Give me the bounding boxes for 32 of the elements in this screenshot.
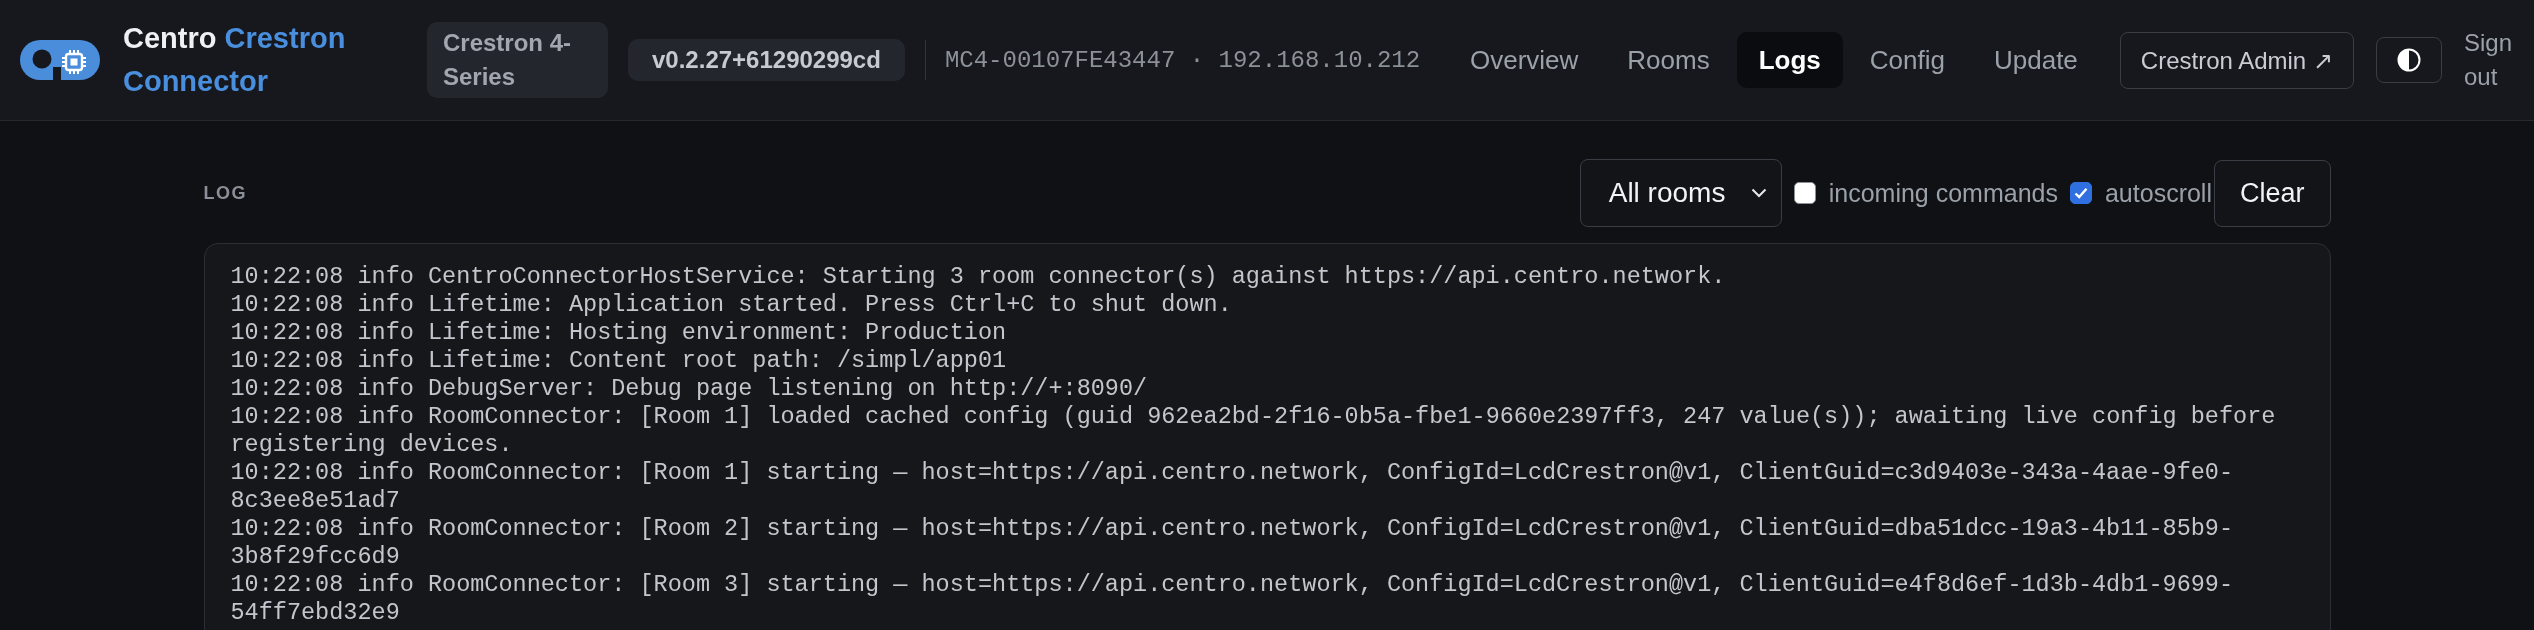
checkbox[interactable] <box>2069 182 2092 204</box>
nav-tab[interactable]: Update <box>1971 32 2100 88</box>
nav-tab[interactable]: Logs <box>1736 32 1843 88</box>
checkmark-icon <box>2073 187 2088 199</box>
nav-tab[interactable]: Config <box>1847 32 1967 88</box>
sign-out-link[interactable]: Sign out <box>2464 26 2514 94</box>
device-info: MC4-00107FE43447 · 192.168.10.212 <box>944 46 1421 74</box>
log-line: 10:22:08 info Lifetime: Hosting environment: Production <box>230 319 1008 347</box>
platform-badge: Crestron 4-Series <box>427 22 608 98</box>
app-title: Centro Crestron Connector <box>123 21 347 99</box>
section-title: LOG <box>203 182 247 204</box>
theme-toggle-button[interactable] <box>2376 37 2442 83</box>
log-line: 10:22:08 info Lifetime: Content root path: /simpl/app01 <box>230 347 1008 375</box>
checkbox-label[interactable]: autoscroll <box>2104 178 2212 208</box>
log-line: 10:22:08 info RoomConnector: [Room 3] starting — host=https://api.centro.network, ConfigId=LcdCrestron@v1, ClientGuid=e4f8d6ef-1d3b-4db1-9699-54ff7ebd32e9 <box>230 571 2235 627</box>
nav-tab[interactable]: Rooms <box>1605 32 1732 88</box>
log-line: 10:22:08 info CentroConnectorHostService: Starting 3 room connector(s) against https://api.centro.network. <box>230 263 1727 291</box>
logo-icon <box>20 40 100 80</box>
log-line: 10:22:08 info DebugServer: Debug page listening on http://+:8090/ <box>230 375 1149 403</box>
chevron-down-icon <box>1750 188 1767 198</box>
log-line: 10:22:08 info Lifetime: Application started. Press Ctrl+C to shut down. <box>230 291 1233 319</box>
version-badge: v0.2.27+61290299cd <box>628 39 905 81</box>
nav-tab[interactable]: Overview <box>1448 32 1601 88</box>
log-line: 10:22:08 info RoomConnector: [Room 2] starting — host=https://api.centro.network, ConfigId=LcdCrestron@v1, ClientGuid=dba51dcc-19a3-4b11-85b9-3b8f29fcc6d9 <box>230 515 2235 571</box>
checkbox-label[interactable]: incoming commands <box>1828 178 2058 208</box>
admin-link-button[interactable]: Crestron Admin ↗ <box>2119 31 2354 89</box>
clear-button[interactable]: Clear <box>2213 159 2331 227</box>
contrast-icon <box>2397 48 2421 72</box>
room-select[interactable]: All rooms <box>1579 159 1782 227</box>
log-line: 10:22:08 info RoomConnector: [Room 1] loaded cached config (guid 962ea2bd-2f16-0b5a-fbe1-9660e2397ff3, 247 value(s)); awaiting live config before registering devices. <box>230 403 2277 459</box>
log-line: 10:22:08 info RoomConnector: [Room 1] starting — host=https://api.centro.network, ConfigId=LcdCrestron@v1, ClientGuid=c3d9403e-343a-4aae-9fe0-8c3ee8e51ad7 <box>230 459 2235 515</box>
checkbox[interactable] <box>1793 182 1816 204</box>
